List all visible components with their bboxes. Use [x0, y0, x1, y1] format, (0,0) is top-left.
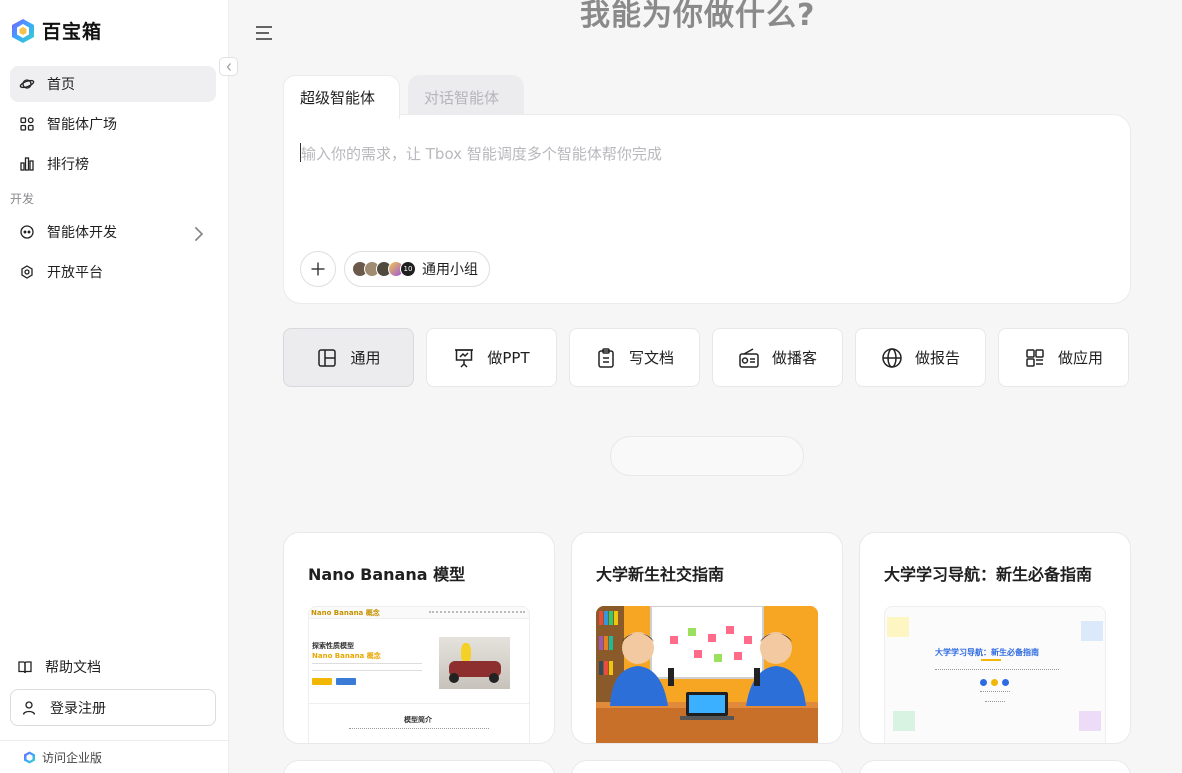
planet-icon [19, 79, 35, 89]
enterprise-label: 访问企业版 [42, 750, 103, 765]
card-title: 大学学习导航：新生必备指南 [884, 565, 1093, 584]
sidebar-item-label: 帮助文档 [45, 660, 101, 676]
tab-super-agent[interactable]: 超级智能体 [283, 75, 400, 119]
enterprise-link[interactable]: 访问企业版 [0, 740, 229, 773]
category-label: 做播客 [771, 349, 817, 367]
category-bar: 通用 做PPT 写文档 做播客 做报告 做应用 [283, 328, 1129, 387]
card-preview-nano-banana: Nano Banana 概念 探索性质模型 Nano Banana 概念 模型简… [308, 606, 530, 743]
attach-button[interactable] [300, 251, 336, 287]
card-preview-study-guide: 大学学习导航：新生必备指南 [884, 606, 1106, 743]
category-general[interactable]: 通用 [283, 328, 414, 387]
category-label: 做报告 [914, 349, 960, 367]
category-podcast[interactable]: 做播客 [712, 328, 843, 387]
sidebar-item-label: 排行榜 [47, 157, 89, 173]
user-icon [22, 700, 36, 715]
plus-icon [311, 262, 325, 276]
main-nav: 首页 智能体广场 排行榜 开发 智能体开发 开放平台 [10, 66, 216, 294]
loading-placeholder-pill [610, 436, 804, 476]
card-title: Nano Banana 模型 [308, 565, 466, 584]
login-button[interactable]: 登录注册 [10, 689, 216, 726]
preview-headline: 探索性质模型 [312, 642, 354, 650]
card-preview-podcast-illustration [596, 606, 818, 743]
radio-icon [739, 347, 759, 368]
example-card-nano-banana[interactable]: Nano Banana 模型 Nano Banana 概念 探索性质模型 Nan… [283, 532, 555, 744]
login-label: 登录注册 [50, 700, 106, 717]
prompt-input[interactable]: 输入你的需求，让 Tbox 智能调度多个智能体帮你完成 [301, 143, 662, 164]
apps-icon [20, 117, 34, 131]
example-card-partial[interactable] [283, 760, 555, 773]
preview-headline: 大学学习导航：新生必备指南 [935, 648, 1039, 657]
bar-chart-icon [20, 157, 34, 171]
chevron-right-icon [194, 226, 204, 242]
sidebar-item-label: 首页 [47, 77, 75, 93]
sidebar-item-label: 智能体广场 [47, 117, 117, 133]
preview-brand: Nano Banana 概念 [311, 609, 380, 617]
sidebar: 百宝箱 首页 智能体广场 排行榜 开发 智能体开发 开放平台 帮助文档 登录注册… [0, 0, 229, 773]
platform-icon [21, 265, 33, 279]
prompt-input-card: 输入你的需求，让 Tbox 智能调度多个智能体帮你完成 10 通用小组 [283, 114, 1131, 304]
book-icon [18, 661, 32, 674]
app-name: 百宝箱 [42, 21, 103, 43]
bottom-nav: 帮助文档 登录注册 [10, 649, 216, 726]
group-label: 通用小组 [422, 262, 478, 278]
globe-icon [882, 347, 902, 368]
agent-group-selector[interactable]: 10 通用小组 [344, 251, 490, 287]
category-label: 做应用 [1057, 349, 1103, 367]
card-title: 大学新生社交指南 [596, 565, 725, 584]
category-label: 通用 [350, 349, 381, 367]
example-card-freshman-social[interactable]: 大学新生社交指南 [571, 532, 843, 744]
sidebar-item-open-platform[interactable]: 开放平台 [10, 254, 216, 290]
sidebar-item-label: 智能体开发 [47, 225, 117, 241]
sidebar-item-leaderboard[interactable]: 排行榜 [10, 146, 216, 182]
clipboard-icon [598, 347, 614, 368]
podcast-scene-illustration [596, 606, 818, 743]
example-card-partial[interactable] [859, 760, 1131, 773]
category-doc[interactable]: 写文档 [569, 328, 700, 387]
chevron-left-icon [226, 62, 231, 71]
sidebar-item-agent-dev[interactable]: 智能体开发 [10, 214, 216, 250]
category-label: 写文档 [628, 349, 674, 367]
category-ppt[interactable]: 做PPT [426, 328, 557, 387]
sidebar-item-help[interactable]: 帮助文档 [10, 649, 216, 685]
example-card-study-guide[interactable]: 大学学习导航：新生必备指南 大学学习导航：新生必备指南 [859, 532, 1131, 744]
cube-logo-icon [12, 18, 34, 43]
layout-icon [318, 348, 337, 367]
category-app[interactable]: 做应用 [998, 328, 1129, 387]
cube-small-icon [24, 751, 35, 763]
sidebar-item-agent-square[interactable]: 智能体广场 [10, 106, 216, 142]
sidebar-item-home[interactable]: 首页 [10, 66, 216, 102]
example-card-partial[interactable] [571, 760, 843, 773]
tab-chat-agent[interactable]: 对话智能体 [408, 75, 524, 119]
preview-headline-accent: Nano Banana 概念 [312, 652, 381, 660]
category-report[interactable]: 做报告 [855, 328, 986, 387]
preview-section-title: 模型简介 [404, 716, 432, 724]
sidebar-collapse-button[interactable] [219, 57, 238, 76]
avatar-count-badge: 10 [400, 261, 416, 277]
app-logo[interactable]: 百宝箱 [10, 17, 102, 44]
nav-section-dev: 开发 [10, 192, 35, 206]
robot-icon [20, 225, 34, 239]
hero-title: 我能为你做什么? [580, 0, 816, 33]
category-label: 做PPT [487, 349, 530, 367]
preview-product-image [439, 637, 510, 689]
avatar-stack: 10 [352, 261, 416, 277]
menu-icon[interactable] [254, 24, 274, 42]
app-grid-icon [1026, 348, 1044, 367]
sidebar-item-label: 开放平台 [47, 265, 103, 281]
presentation-icon [455, 348, 474, 368]
